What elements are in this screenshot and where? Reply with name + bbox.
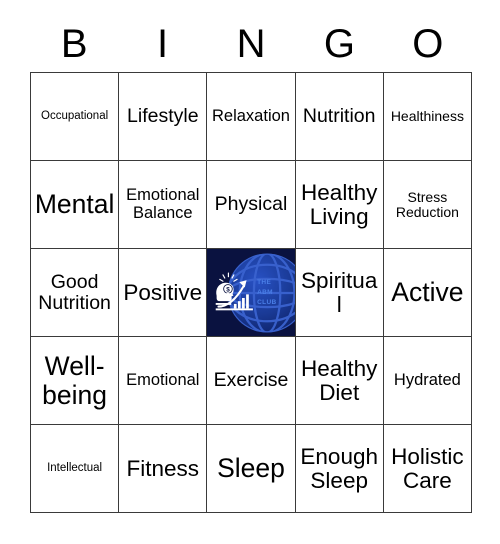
bingo-cell-label: Holistic Care [391, 443, 464, 493]
bingo-cell-n2[interactable]: Physical [207, 161, 296, 249]
bingo-cell-label: Enough Sleep [300, 443, 378, 493]
bingo-cell-label: Healthy Living [301, 179, 378, 229]
bingo-cell-label: Hydrated [393, 370, 461, 389]
bingo-cell-i1[interactable]: Lifestyle [119, 73, 208, 161]
bingo-cell-i3[interactable]: Positive [119, 249, 208, 337]
bingo-cell-label: Occupational [41, 110, 109, 123]
bingo-cell-b5[interactable]: Intellectual [31, 425, 120, 513]
bingo-cell-g5[interactable]: Enough Sleep [295, 425, 384, 513]
bingo-cell-label: Healthy Diet [301, 355, 378, 405]
bingo-cell-label: Mental [34, 189, 115, 220]
bingo-header-letter-g: G [323, 22, 355, 66]
bingo-header-letter-n: N [236, 22, 266, 66]
bingo-cell-i4[interactable]: Emotional [119, 337, 208, 425]
bingo-cell-label: Emotional [126, 370, 200, 389]
bingo-cell-g1[interactable]: Nutrition [295, 73, 384, 161]
bingo-cell-b2[interactable]: Mental [31, 161, 120, 249]
bingo-cell-label: Nutrition [302, 105, 376, 128]
bingo-card: B I N G O Occupational Lifestyle Relaxat… [0, 0, 500, 544]
abm-club-wordmark: THE ABM CLUB [257, 277, 276, 307]
bingo-cell-g3[interactable]: Spiritual [295, 249, 384, 337]
bingo-cell-label: Intellectual [47, 462, 103, 475]
wordmark-line-1: THE [257, 278, 272, 286]
growth-arrow-icon: $ [215, 271, 253, 310]
bingo-cell-label: Sleep [217, 453, 285, 484]
bingo-cell-label: Physical [214, 193, 288, 216]
bingo-cell-g4[interactable]: Healthy Diet [295, 337, 384, 425]
bingo-header-letter-b: B [60, 22, 88, 66]
bingo-cell-label: Stress Reduction [395, 188, 459, 220]
bingo-cell-b1[interactable]: Occupational [31, 73, 120, 161]
bingo-header-row: B I N G O [30, 16, 472, 72]
bingo-cell-o3[interactable]: Active [383, 249, 472, 337]
bingo-cell-label: Active [391, 277, 464, 308]
bingo-cell-free-space[interactable]: $ THE ABM CLUB [207, 249, 296, 337]
bingo-cell-label: Good Nutrition [38, 270, 111, 314]
bingo-cell-g2[interactable]: Healthy Living [295, 161, 384, 249]
bingo-cell-n1[interactable]: Relaxation [207, 73, 296, 161]
bingo-cell-n4[interactable]: Exercise [207, 337, 296, 425]
bingo-cell-label: Emotional Balance [126, 186, 200, 222]
bingo-cell-n5[interactable]: Sleep [207, 425, 296, 513]
bingo-cell-b4[interactable]: Well-being [31, 337, 120, 425]
bingo-header-letter-o: O [412, 22, 444, 66]
bingo-grid: Occupational Lifestyle Relaxation Nutrit… [30, 72, 472, 513]
wordmark-line-2: ABM [257, 288, 273, 296]
bingo-cell-label: Fitness [126, 455, 200, 481]
svg-text:$: $ [226, 286, 230, 293]
bingo-cell-i2[interactable]: Emotional Balance [119, 161, 208, 249]
bingo-cell-o2[interactable]: Stress Reduction [383, 161, 472, 249]
bingo-cell-label: Well-being [42, 351, 108, 410]
bingo-cell-label: Positive [123, 279, 203, 305]
abm-club-logo: $ THE ABM CLUB [207, 249, 295, 336]
bingo-cell-o4[interactable]: Hydrated [383, 337, 472, 425]
wordmark-line-3: CLUB [257, 298, 277, 306]
bingo-cell-o5[interactable]: Holistic Care [383, 425, 472, 513]
bingo-cell-label: Lifestyle [127, 105, 199, 128]
bingo-header-letter-i: I [157, 22, 169, 66]
bingo-cell-i5[interactable]: Fitness [119, 425, 208, 513]
bingo-cell-label: Spiritual [301, 267, 378, 317]
bingo-cell-label: Healthiness [390, 108, 464, 125]
bingo-cell-b3[interactable]: Good Nutrition [31, 249, 120, 337]
bingo-cell-o1[interactable]: Healthiness [383, 73, 472, 161]
bingo-cell-label: Relaxation [212, 106, 290, 125]
bingo-cell-label: Exercise [213, 369, 289, 392]
